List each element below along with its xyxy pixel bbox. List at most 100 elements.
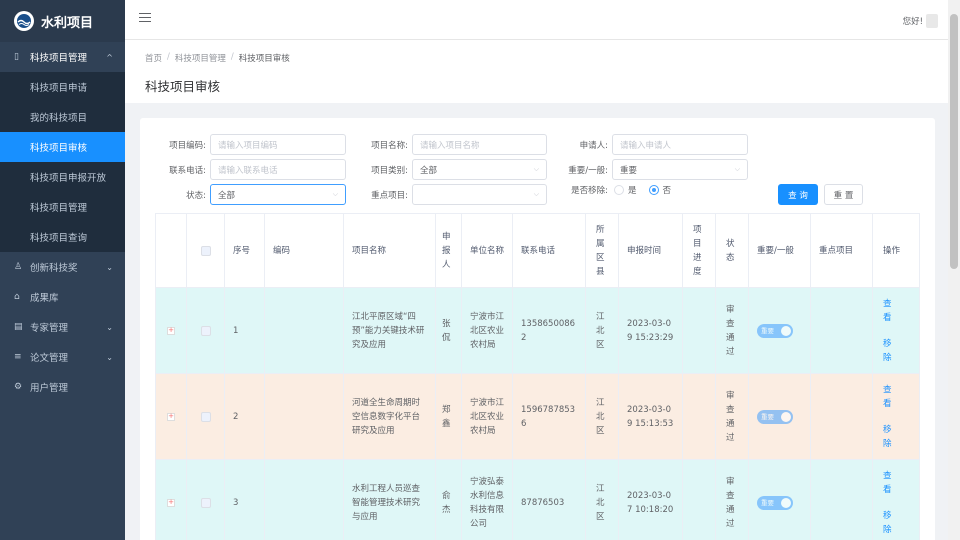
- view-link[interactable]: 查看: [883, 297, 897, 325]
- select-cell: [187, 460, 225, 540]
- header-region: 所属区县: [586, 214, 619, 287]
- status-select[interactable]: 全部 ⌵: [210, 184, 346, 205]
- expand-icon[interactable]: +: [167, 498, 175, 507]
- filter-category-label: 项目类别:: [371, 165, 408, 176]
- menu-group-tech-project[interactable]: ▯ 科技项目管理 ^: [0, 42, 125, 72]
- category-select[interactable]: 全部 ⌵: [412, 159, 547, 180]
- importance-select-value: 重要: [620, 165, 638, 176]
- user-greeting[interactable]: 您好!: [903, 14, 938, 28]
- applicant-input[interactable]: 请输入申请人: [612, 134, 748, 155]
- cell-status: 审查通过: [716, 460, 749, 540]
- cell-key: [811, 374, 873, 459]
- removed-yes-label: 是: [628, 186, 637, 196]
- row-checkbox[interactable]: [200, 325, 211, 336]
- importance-switch[interactable]: 重要: [757, 323, 793, 338]
- breadcrumb-level1[interactable]: 科技项目管理: [175, 52, 226, 64]
- filter-category: 项目类别: 全部 ⌵: [352, 159, 547, 180]
- filter-applicant: 申请人: 请输入申请人: [552, 134, 748, 155]
- scrollbar-thumb[interactable]: [950, 14, 958, 269]
- submenu: 科技项目申请 我的科技项目 科技项目审核 科技项目申报开放 科技项目管理 科技项…: [0, 72, 125, 252]
- sidebar-item-papers[interactable]: ≡ 论文管理 ⌄: [0, 342, 125, 372]
- filter-name-label: 项目名称:: [371, 140, 408, 151]
- remove-link[interactable]: 移除: [883, 509, 897, 537]
- menu-group-label: 科技项目管理: [30, 53, 88, 64]
- project-name-input[interactable]: 请输入项目名称: [412, 134, 547, 155]
- cell-region: 江北区: [586, 460, 619, 540]
- sidebar-item-query[interactable]: 科技项目查询: [0, 222, 125, 252]
- chevron-down-icon: ⌄: [106, 352, 113, 362]
- filter-status-label: 状态:: [186, 190, 206, 201]
- cell-time: 2023-03-09 15:13:53: [619, 374, 683, 459]
- sidebar-item-apply[interactable]: 科技项目申请: [0, 72, 125, 102]
- sidebar-item-experts[interactable]: ▤ 专家管理 ⌄: [0, 312, 125, 342]
- cell-region: 江北区: [586, 288, 619, 373]
- sidebar-item-innovation-award[interactable]: ♙ 创新科技奖 ⌄: [0, 252, 125, 282]
- sidebar-item-label: 成果库: [30, 293, 59, 304]
- expand-cell: +: [156, 288, 187, 373]
- header-unit: 单位名称: [462, 214, 513, 287]
- filter-code: 项目编码: 请输入项目编码: [150, 134, 346, 155]
- header-ops: 操作: [883, 245, 901, 256]
- settings-icon: ⚙: [14, 382, 23, 392]
- search-button[interactable]: 查 询: [778, 184, 818, 205]
- sidebar-item-manage[interactable]: 科技项目管理: [0, 192, 125, 222]
- select-all-checkbox[interactable]: [200, 245, 211, 256]
- cell-unit: 宁波市江北区农业农村局: [462, 374, 513, 459]
- status-select-value: 全部: [218, 190, 236, 201]
- header-expand: [156, 214, 187, 287]
- phone-input[interactable]: 请输入联系电话: [210, 159, 346, 180]
- page-title: 科技项目审核: [145, 79, 221, 94]
- row-checkbox[interactable]: [200, 497, 211, 508]
- sidebar-item-achievements[interactable]: ⌂ 成果库: [0, 282, 125, 312]
- logo-icon: [14, 11, 34, 31]
- removed-no-radio[interactable]: [648, 185, 659, 195]
- cell-status: 审查通过: [716, 288, 749, 373]
- expand-icon[interactable]: +: [167, 326, 175, 335]
- breadcrumb-current: 科技项目审核: [238, 54, 290, 64]
- projects-table: 序号 编码 项目名称 申报人 单位名称 联系电话 所属区县 申报时间 项目进度 …: [155, 213, 920, 540]
- view-link[interactable]: 查看: [883, 383, 897, 411]
- sidebar-item-label: 论文管理: [30, 353, 69, 364]
- cell-progress: [683, 460, 716, 540]
- reset-button[interactable]: 重 置: [824, 184, 863, 205]
- filter-importance: 重要/一般: 重要 ⌵: [552, 159, 748, 180]
- expand-icon[interactable]: +: [167, 412, 175, 421]
- view-link[interactable]: 查看: [883, 469, 897, 497]
- bank-icon: ⌂: [14, 292, 20, 302]
- breadcrumb-home[interactable]: 首页: [145, 52, 162, 64]
- table-row: + 3 水利工程人员巡查智能管理技术研究与应用 俞杰 宁波弘泰水利信息科技有限公…: [156, 460, 919, 540]
- removed-yes-radio[interactable]: [614, 185, 624, 195]
- cell-code: [265, 460, 344, 540]
- page-scrollbar[interactable]: [948, 0, 960, 540]
- cell-seq: 1: [225, 288, 265, 373]
- importance-switch[interactable]: 重要: [757, 409, 793, 424]
- sidebar-item-open-apply[interactable]: 科技项目申报开放: [0, 162, 125, 192]
- sidebar-item-review[interactable]: 科技项目审核: [0, 132, 125, 162]
- cell-phone: 15967878536: [513, 374, 586, 459]
- cell-unit: 宁波市江北区农业农村局: [462, 288, 513, 373]
- sidebar-item-users[interactable]: ⚙ 用户管理: [0, 372, 125, 402]
- cell-phone: 13586500862: [513, 288, 586, 373]
- cell-progress: [683, 374, 716, 459]
- app-logo[interactable]: 水利项目: [0, 0, 125, 42]
- sidebar-item-my-projects[interactable]: 我的科技项目: [0, 102, 125, 132]
- remove-link[interactable]: 移除: [883, 337, 897, 365]
- importance-switch[interactable]: 重要: [757, 495, 793, 510]
- table-row: + 1 江北平原区域“四预”能力关键技术研究及应用 张侃 宁波市江北区农业农村局…: [156, 288, 919, 374]
- removed-radio-group: 是 否: [614, 184, 671, 196]
- importance-select[interactable]: 重要 ⌵: [612, 159, 748, 180]
- cell-importance: 重要: [749, 460, 811, 540]
- top-navbar: 您好!: [125, 0, 948, 40]
- remove-link[interactable]: 移除: [883, 423, 897, 451]
- row-checkbox[interactable]: [200, 411, 211, 422]
- expand-cell: +: [156, 460, 187, 540]
- menu-toggle-icon[interactable]: [139, 13, 151, 25]
- cell-applicant: 俞杰: [436, 460, 462, 540]
- key-project-select[interactable]: ⌵: [412, 184, 547, 205]
- avatar[interactable]: [926, 14, 938, 28]
- project-code-input[interactable]: 请输入项目编码: [210, 134, 346, 155]
- cell-applicant: 张侃: [436, 288, 462, 373]
- filter-key-project: 重点项目: ⌵: [352, 184, 547, 205]
- header-applicant: 申报人: [436, 214, 462, 287]
- cell-applicant: 郑鑫: [436, 374, 462, 459]
